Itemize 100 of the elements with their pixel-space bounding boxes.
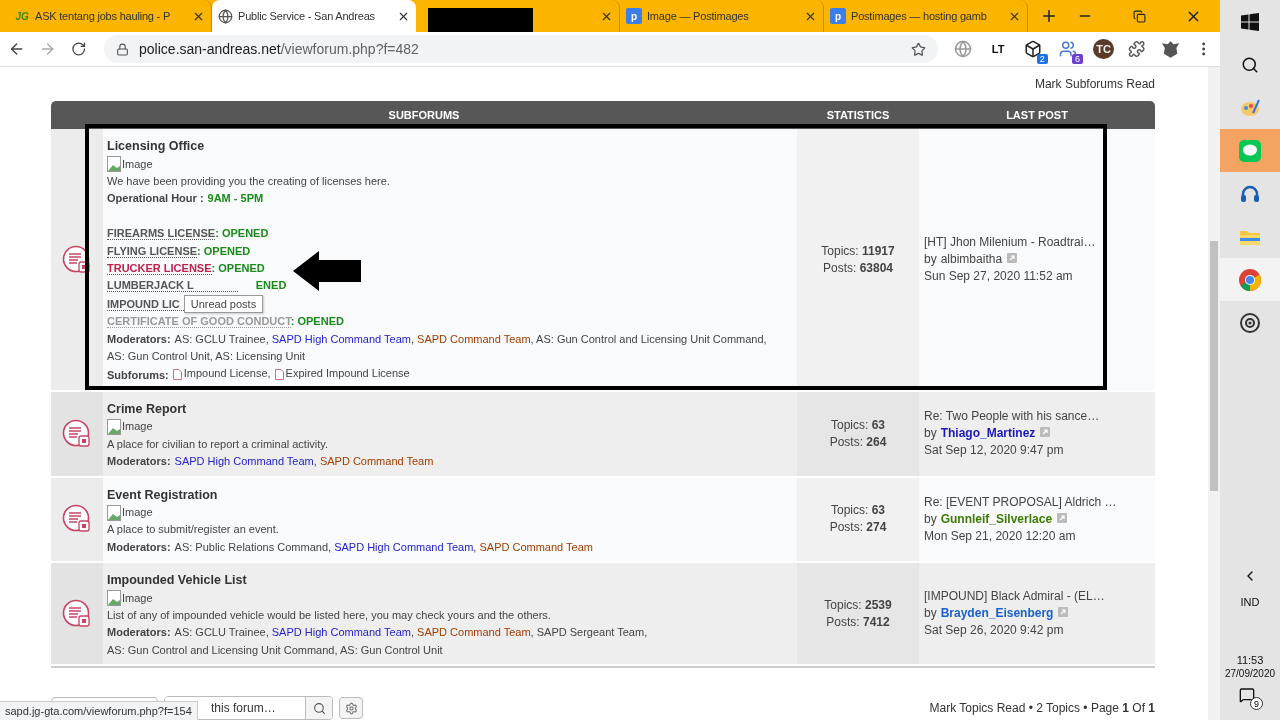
moderator-text: , — [410, 332, 416, 345]
url-path: /viewforum.php?f=482 — [280, 41, 420, 57]
moderators-label: Moderators: — [107, 332, 171, 345]
hours-label: Operational Hour : — [107, 192, 204, 205]
document-icon — [172, 368, 182, 380]
alt-text: Image — [122, 156, 153, 172]
moderator-text: AS: GCLU Trainee, — [174, 626, 270, 639]
forum-description: List of any of impounded vehicle would be listed here, you may check yours and the others. — [107, 608, 551, 624]
site-logo: p — [626, 8, 642, 24]
mark-subforums-read-link[interactable]: Mark Subforums Read — [1034, 77, 1155, 91]
post-date: Mon Sep 21, 2020 12:20 am — [924, 527, 1077, 545]
browser-tab[interactable]: p Image — Postimages — [620, 0, 824, 32]
moderator-link[interactable]: SAPD High Command Team — [271, 624, 411, 642]
forum-title[interactable]: Licensing Office — [107, 138, 205, 156]
column-header: LAST POST — [1006, 109, 1068, 122]
count-badge: 6 — [1072, 54, 1083, 64]
status-text: : OPENED — [290, 315, 344, 328]
last-post-title[interactable]: Re: Two People with his sance… — [924, 408, 1155, 426]
tab-title: Public Service - San Andreas — [238, 10, 376, 22]
moderator-link[interactable]: SAPD High Command Team — [271, 330, 411, 348]
topics-count: Topics: 11917 — [821, 242, 895, 260]
status-url-tooltip: sapd.jg-gta.com/viewforum.php?f=154 — [0, 701, 198, 720]
extension-icon[interactable]: LT — [987, 38, 1009, 60]
moderator-text: AS: Gun Control Unit, AS: Licensing Unit — [107, 349, 306, 362]
forum-description: A place to submit/register an event. — [107, 522, 279, 538]
topics-count: Topics: 63 — [830, 416, 885, 434]
notification-count: 9 — [1250, 697, 1263, 710]
tab-title: ASK tentang jobs hauling - P — [35, 10, 172, 22]
moderator-link[interactable]: SAPD Command Team — [417, 330, 531, 348]
reload-icon[interactable] — [70, 41, 87, 57]
document-icon — [274, 368, 284, 380]
author-link[interactable]: albimbaitha — [940, 252, 1003, 267]
last-post-title[interactable]: Re: [EVENT PROPOSAL] Aldrich … — [924, 493, 1155, 511]
status-text: ENED — [255, 279, 287, 292]
moderator-text: , AS: Gun Control and Licensing Unit Command, — [530, 332, 767, 345]
pagination-text: Mark Topics Read • 2 Topics • Page 1 Of 1 — [929, 701, 1155, 715]
moderators-label: Moderators: — [107, 540, 171, 553]
moderator-text: , — [473, 540, 478, 553]
message-icon — [1239, 687, 1255, 703]
posts-count: Posts: 274 — [829, 519, 887, 537]
author-link[interactable]: Thiago_Martinez — [940, 426, 1036, 441]
author-link[interactable]: Gunnleif_Silverlace — [940, 511, 1053, 526]
moderator-link[interactable]: SAPD Command Team — [479, 538, 593, 557]
license-link[interactable]: LUMBERJACK L — [107, 279, 238, 293]
by-text: by — [924, 426, 937, 441]
count-badge: 2 — [1036, 54, 1048, 64]
notifications-button[interactable]: 9 — [1237, 685, 1263, 710]
author-link[interactable]: Brayden_Eisenberg — [940, 606, 1054, 621]
scroll-thumb[interactable] — [1210, 241, 1218, 491]
browser-tab[interactable]: p Postimages — hosting gamb — [824, 0, 1028, 32]
moderator-link[interactable]: SAPD Command Team — [417, 624, 531, 642]
subforum-link[interactable]: Expired Impound License — [274, 365, 410, 383]
license-link[interactable]: TRUCKER LICENSE — [107, 261, 212, 275]
broken-image-icon — [107, 590, 121, 607]
forum-description: A place for civilian to report a criminal activity. — [107, 436, 329, 452]
extension-icon[interactable]: TC — [1093, 38, 1115, 60]
forum-title[interactable]: Impounded Vehicle List — [107, 572, 247, 590]
site-logo: p — [830, 8, 846, 24]
language-indicator[interactable]: IND — [1240, 596, 1260, 608]
moderator-text: , SAPD Sergeant Team, — [530, 626, 648, 639]
search-icon[interactable] — [1241, 55, 1259, 74]
forum-title[interactable]: Event Registration — [107, 486, 218, 504]
hours-value: 9AM - 5PM — [207, 192, 264, 205]
moderator-link[interactable]: SAPD High Command Team — [174, 453, 314, 471]
settings-icon — [344, 701, 358, 715]
settings-button[interactable] — [339, 697, 363, 719]
browser-tab[interactable]: Public Service - San Andreas — [212, 0, 416, 32]
restore-icon[interactable] — [1132, 9, 1146, 23]
tab-title: Image — Postimages — [647, 10, 750, 22]
status-text: : OPENED — [215, 227, 269, 240]
windows-logo-icon[interactable] — [1241, 12, 1259, 31]
subforum-link[interactable]: Impound License, — [172, 365, 271, 383]
clock-time[interactable]: 11:53 — [1236, 654, 1264, 666]
search-button[interactable] — [305, 697, 332, 719]
puzzle-icon[interactable] — [1128, 40, 1146, 58]
topics-count: Topics: 2539 — [824, 596, 892, 614]
broken-image-icon — [107, 156, 121, 173]
posts-count: Posts: 63804 — [822, 259, 894, 277]
moderator-text: , — [410, 626, 416, 639]
unread-posts-tooltip: Unread posts — [183, 294, 264, 313]
clock-date[interactable]: 27/09/2020 — [1224, 668, 1276, 679]
forum-icon — [62, 418, 92, 449]
globe-icon[interactable] — [952, 38, 974, 60]
post-date: Sat Sep 12, 2020 9:47 pm — [924, 442, 1065, 460]
scrollbar[interactable] — [1208, 67, 1220, 720]
address-bar[interactable]: police.san-andreas.net/viewforum.php?f=482 — [104, 35, 939, 63]
new-tab-icon[interactable] — [1040, 7, 1058, 25]
last-post-title[interactable]: [IMPOUND] Black Admiral - (EL… — [924, 588, 1155, 606]
last-post-title[interactable]: [HT] Jhon Milenium - Roadtrai… — [924, 234, 1155, 252]
moderators-label: Moderators: — [107, 626, 171, 639]
moderator-text: AS: Public Relations Command, — [174, 540, 333, 553]
post-date: Sat Sep 26, 2020 9:42 pm — [924, 622, 1065, 640]
posts-count: Posts: 264 — [829, 433, 887, 451]
moderator-link[interactable]: SAPD Command Team — [319, 453, 434, 471]
globe-icon — [218, 8, 233, 24]
forum-title[interactable]: Crime Report — [107, 400, 187, 419]
bookmark-star-icon[interactable] — [911, 41, 927, 57]
subforums-label: Subforums: — [107, 369, 169, 382]
topics-count: Topics: 63 — [830, 502, 885, 520]
column-header: STATISTICS — [826, 109, 890, 122]
